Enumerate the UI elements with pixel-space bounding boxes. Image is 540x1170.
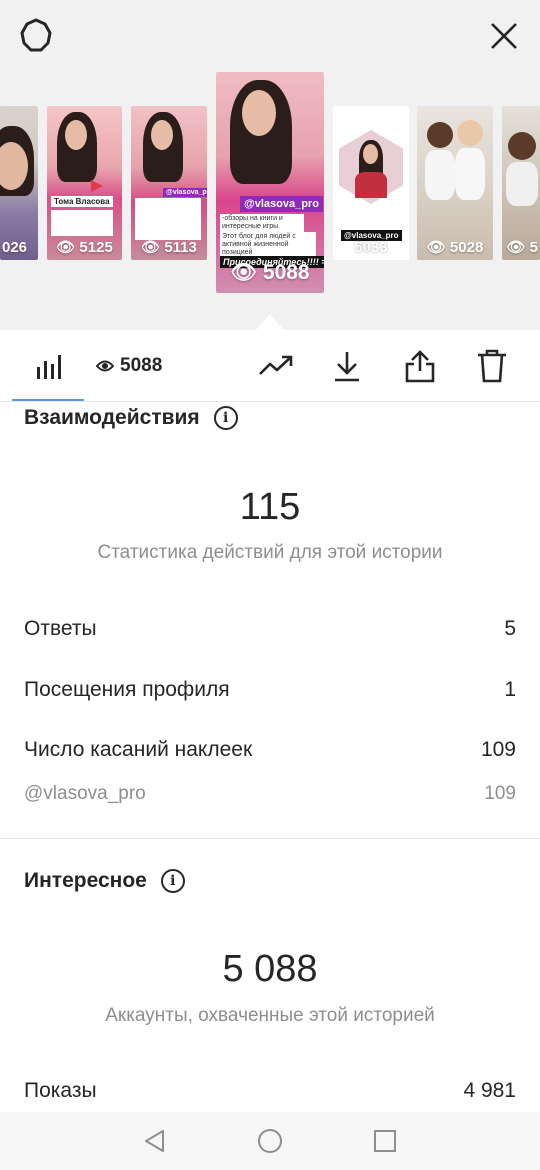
stat-value: 4 981 <box>463 1079 516 1102</box>
selected-story-pointer <box>256 314 284 330</box>
back-button[interactable] <box>140 1126 170 1156</box>
story-view-count-value: 5088 <box>262 261 310 284</box>
eye-icon: 👁 <box>230 261 258 284</box>
mention-sticker: @vlasova_pro <box>163 188 207 197</box>
discovery-title: Интересное <box>24 869 147 892</box>
stat-value: 109 <box>484 783 516 804</box>
eye-icon: 👁 <box>141 239 161 256</box>
download-icon <box>335 352 359 382</box>
delete-button[interactable] <box>474 348 510 384</box>
trash-icon <box>478 349 506 383</box>
doll-body <box>506 162 538 206</box>
story-view-count-value: 5125 <box>79 239 113 256</box>
stat-value: 5 <box>504 617 516 640</box>
bar-chart-icon <box>37 355 61 379</box>
doll-body <box>455 148 485 200</box>
eye-icon <box>96 360 114 372</box>
stat-label: Посещения профиля <box>24 678 230 701</box>
share-icon <box>405 350 435 383</box>
doll-head-icon <box>427 122 453 148</box>
interactions-subtitle: Статистика действий для этой истории <box>97 542 443 563</box>
discovery-subtitle: Аккаунты, охваченные этой историей <box>105 1005 435 1026</box>
story-caption <box>135 198 201 240</box>
story-view-count: 5033 <box>333 239 409 256</box>
story-thumbnail[interactable]: Тома Власова 👁 5125 <box>47 106 122 260</box>
download-button[interactable] <box>329 348 365 384</box>
stats-tab[interactable] <box>30 348 66 384</box>
active-tab-indicator <box>12 399 84 401</box>
views-count-value: 5088 <box>120 355 163 376</box>
story-photo-face <box>65 120 87 150</box>
stat-row-replies: Ответы 5 <box>24 617 516 641</box>
story-toolbar: 5088 <box>0 330 540 402</box>
story-view-count-value: 5113 <box>164 239 197 256</box>
stat-row-profile-visits: Посещения профиля 1 <box>24 678 516 702</box>
eye-icon: 👁 <box>56 239 76 256</box>
story-thumbnail[interactable]: @vlasova_pro 5033 <box>333 106 409 260</box>
story-photo-face <box>363 144 378 164</box>
story-view-count-value: 5033 <box>354 239 388 256</box>
discovery-section-title: Интересное i <box>24 869 185 893</box>
name-sticker: Тома Власова <box>51 196 113 207</box>
story-view-count: 👁 5028 <box>417 238 493 256</box>
story-thumbnail-selected[interactable]: @vlasova_pro -обзоры на книги и интересн… <box>216 72 324 293</box>
gear-icon <box>20 18 52 52</box>
interactions-section-title: Взаимодействия i <box>24 406 238 430</box>
story-text: Этот блог для людей с активной жизненной… <box>220 232 316 258</box>
story-photo-face <box>242 90 276 136</box>
story-view-count-value: 5 <box>529 239 538 256</box>
story-view-count: 👁 5 <box>506 238 538 256</box>
story-photo-dress <box>355 172 387 198</box>
stat-label: Число касаний наклеек <box>24 738 253 761</box>
recents-square-icon <box>374 1130 396 1152</box>
stat-row-sticker-taps: Число касаний наклеек 109 <box>24 738 516 762</box>
interactions-total: 115 <box>239 486 301 528</box>
discovery-total: 5 088 <box>222 948 318 990</box>
story-thumbnail[interactable]: 026 <box>0 106 38 260</box>
close-button[interactable] <box>482 14 526 58</box>
stat-row-sticker-mention[interactable]: @vlasova_pro 109 <box>24 783 516 805</box>
promote-button[interactable] <box>258 348 294 384</box>
story-thumbnail[interactable]: 👁 5028 <box>417 106 493 260</box>
info-icon[interactable]: i <box>213 406 238 430</box>
doll-head-icon <box>508 132 536 160</box>
story-view-count: 026 <box>2 239 28 256</box>
stat-value: 1 <box>504 678 516 701</box>
eye-icon: 👁 <box>506 239 526 256</box>
story-view-count: 👁 5113 <box>131 238 207 256</box>
story-view-count: 👁 5088 <box>216 261 324 285</box>
story-caption <box>51 210 113 236</box>
doll-body <box>425 150 455 200</box>
stat-value: 109 <box>480 738 516 761</box>
close-icon <box>491 23 517 49</box>
stat-label: Показы <box>24 1079 97 1102</box>
stat-label: @vlasova_pro <box>24 783 146 804</box>
doll-head-icon <box>457 120 483 146</box>
interactions-title: Взаимодействия <box>24 406 200 429</box>
story-view-count: 👁 5125 <box>47 238 122 256</box>
story-caption: -обзоры на книги и интересные игры <box>220 214 304 232</box>
stat-row-impressions: Показы 4 981 <box>24 1079 516 1103</box>
recents-button[interactable] <box>370 1126 400 1156</box>
system-navigation-bar <box>0 1112 540 1170</box>
arrow-sticker <box>91 180 103 192</box>
home-button[interactable] <box>255 1126 285 1156</box>
story-view-count-value: 5028 <box>449 239 484 256</box>
settings-button[interactable] <box>14 14 58 58</box>
stat-label: Ответы <box>24 617 97 640</box>
story-thumbnail[interactable]: @vlasova_pro 👁 5113 <box>131 106 207 260</box>
story-thumbnail[interactable]: 👁 5 <box>502 106 540 260</box>
views-count: 5088 <box>96 355 162 377</box>
story-carousel: 026 Тома Власова 👁 5125 @vlasova_pro 👁 5… <box>0 0 540 330</box>
trending-up-icon <box>259 355 293 375</box>
section-divider <box>0 838 540 839</box>
story-photo-face <box>151 120 173 150</box>
mention-sticker: @vlasova_pro <box>240 196 323 212</box>
share-button[interactable] <box>402 348 438 384</box>
info-icon[interactable]: i <box>160 869 185 893</box>
eye-icon: 👁 <box>426 239 446 256</box>
back-triangle-icon <box>145 1130 164 1152</box>
home-circle-icon <box>258 1129 282 1153</box>
